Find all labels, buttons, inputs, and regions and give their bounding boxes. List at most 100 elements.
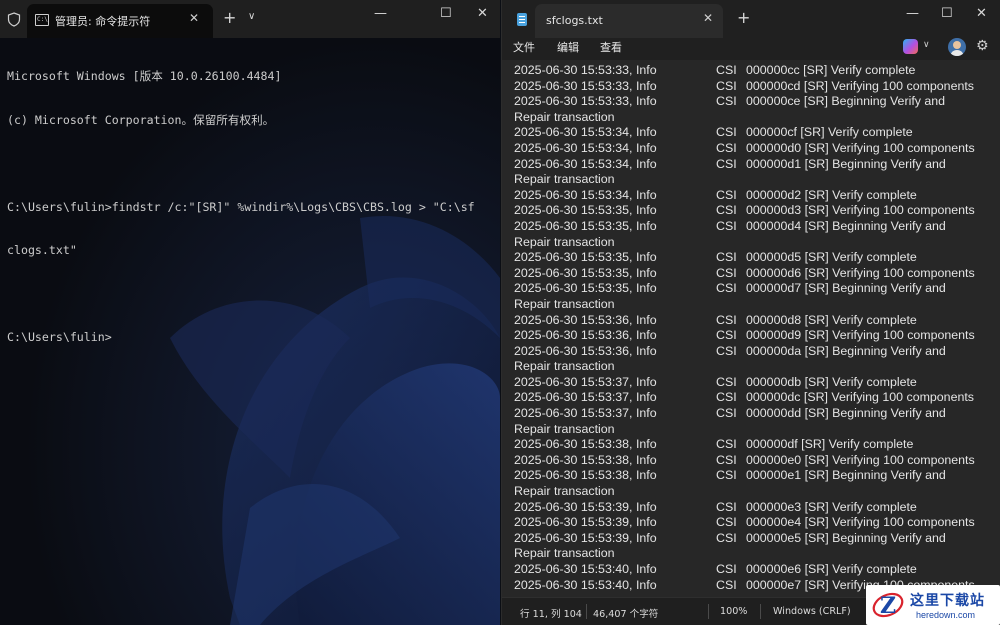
console-prompt: C:\Users\fulin> — [7, 330, 112, 344]
log-message: 000000cd [SR] Verifying 100 components — [746, 78, 974, 93]
console-line: C:\Users\fulin>findstr /c:"[SR]" %windir… — [7, 199, 475, 214]
new-tab-button[interactable]: + — [223, 8, 236, 27]
log-timestamp: 2025-06-30 15:53:40, Info — [514, 577, 657, 592]
maximize-button[interactable]: ☐ — [941, 6, 953, 21]
avatar[interactable] — [948, 38, 966, 56]
log-source: CSI — [716, 562, 737, 576]
log-line: 2025-06-30 15:53:40, Info CSI 000000e6 [SR… — [514, 562, 994, 578]
close-tab-icon[interactable]: ✕ — [703, 11, 713, 25]
log-source: CSI — [716, 499, 737, 514]
maximize-button[interactable]: ☐ — [440, 6, 452, 21]
close-window-button[interactable]: ✕ — [477, 6, 488, 21]
log-timestamp: 2025-06-30 15:53:37, Info — [514, 390, 657, 405]
log-message: 000000d4 [SR] Beginning Verify and — [746, 218, 946, 233]
character-count: 46,407 个字符 — [593, 609, 659, 620]
notepad-tab-title: sfclogs.txt — [546, 14, 603, 27]
log-timestamp: 2025-06-30 15:53:33, Info — [514, 94, 657, 109]
log-message: 000000e4 [SR] Verifying 100 components — [746, 515, 975, 530]
gear-icon[interactable]: ⚙ — [976, 38, 989, 54]
log-source: CSI — [716, 374, 737, 389]
cursor-position: 行 11, 列 104 — [520, 609, 582, 620]
log-message: 000000d8 [SR] Verify complete — [746, 312, 917, 327]
log-source: CSI — [716, 468, 737, 483]
log-message: 000000e1 [SR] Beginning Verify and — [746, 468, 946, 483]
log-source: CSI — [716, 515, 737, 530]
menu-file[interactable]: 文件 — [513, 39, 535, 55]
terminal-window: C:\ 管理员: 命令提示符 ✕ + ∨ — ☐ ✕ Microsoft Win… — [0, 0, 500, 625]
terminal-tab[interactable]: C:\ 管理员: 命令提示符 ✕ — [27, 4, 213, 38]
log-timestamp: Repair transaction — [514, 234, 615, 249]
log-timestamp: Repair transaction — [514, 296, 615, 311]
log-source: CSI — [716, 94, 737, 109]
minimize-button[interactable]: — — [906, 6, 919, 21]
log-line: 2025-06-30 15:53:36, Info CSI 000000d8 [SR… — [514, 313, 994, 329]
text-editor[interactable]: 2025-06-30 15:53:33, Info CSI 000000cc [SR… — [502, 60, 1000, 597]
copilot-icon[interactable] — [903, 39, 918, 54]
log-message: 000000d7 [SR] Beginning Verify and — [746, 281, 946, 296]
log-timestamp: 2025-06-30 15:53:36, Info — [514, 343, 657, 358]
log-line: 2025-06-30 15:53:35, Info CSI 000000d7 [SR… — [514, 281, 994, 297]
log-line: Repair transaction — [514, 484, 994, 500]
log-line: Repair transaction — [514, 297, 994, 313]
log-line: Repair transaction — [514, 110, 994, 126]
log-message: 000000d6 [SR] Verifying 100 components — [746, 265, 975, 280]
site-watermark: Z 这里下载站 heredown.com — [866, 585, 1000, 625]
log-timestamp: 2025-06-30 15:53:36, Info — [514, 312, 657, 327]
log-message: 000000cc [SR] Verify complete — [746, 63, 916, 77]
command-prompt-icon: C:\ — [35, 14, 49, 26]
log-source: CSI — [716, 312, 737, 327]
log-timestamp: 2025-06-30 15:53:36, Info — [514, 328, 657, 343]
menu-edit[interactable]: 编辑 — [557, 39, 579, 55]
log-timestamp: 2025-06-30 15:53:40, Info — [514, 562, 657, 576]
watermark-url: heredown.com — [916, 610, 976, 620]
log-source: CSI — [716, 265, 737, 280]
log-line: 2025-06-30 15:53:35, Info CSI 000000d5 [SR… — [514, 250, 994, 266]
log-message: 000000d1 [SR] Beginning Verify and — [746, 156, 946, 171]
log-timestamp: 2025-06-30 15:53:38, Info — [514, 452, 657, 467]
menu-bar: 文件 编辑 查看 ∨ ⚙ — [502, 38, 1000, 60]
log-timestamp: 2025-06-30 15:53:34, Info — [514, 140, 657, 155]
log-timestamp: 2025-06-30 15:53:34, Info — [514, 156, 657, 171]
log-timestamp: Repair transaction — [514, 109, 615, 124]
log-source: CSI — [716, 63, 737, 77]
minimize-button[interactable]: — — [374, 6, 387, 21]
log-message: 000000d0 [SR] Verifying 100 components — [746, 140, 975, 155]
notepad-window: sfclogs.txt ✕ + — ☐ ✕ 文件 编辑 查看 ∨ ⚙ 2025-… — [501, 0, 1000, 625]
notepad-tab[interactable]: sfclogs.txt ✕ — [535, 4, 723, 38]
log-timestamp: Repair transaction — [514, 421, 615, 436]
log-timestamp: 2025-06-30 15:53:39, Info — [514, 515, 657, 530]
log-line: 2025-06-30 15:53:34, Info CSI 000000d0 [SR… — [514, 141, 994, 157]
log-line: Repair transaction — [514, 422, 994, 438]
notepad-titlebar: sfclogs.txt ✕ + — ☐ ✕ — [502, 0, 1000, 38]
log-source: CSI — [716, 452, 737, 467]
log-source: CSI — [716, 328, 737, 343]
log-message: 000000dd [SR] Beginning Verify and — [746, 406, 946, 421]
zoom-level[interactable]: 100% — [720, 606, 747, 617]
terminal-titlebar: C:\ 管理员: 命令提示符 ✕ + ∨ — ☐ ✕ — [0, 0, 500, 38]
log-timestamp: 2025-06-30 15:53:35, Info — [514, 218, 657, 233]
close-tab-icon[interactable]: ✕ — [189, 11, 199, 25]
log-line: 2025-06-30 15:53:37, Info CSI 000000db [SR… — [514, 375, 994, 391]
log-source: CSI — [716, 218, 737, 233]
new-tab-button[interactable]: + — [737, 8, 750, 27]
console-line: (c) Microsoft Corporation。保留所有权利。 — [7, 112, 275, 127]
log-line: 2025-06-30 15:53:34, Info CSI 000000d2 [SR… — [514, 188, 994, 204]
line-ending-encoding[interactable]: Windows (CRLF) — [773, 606, 851, 617]
chevron-down-icon[interactable]: ∨ — [248, 11, 255, 22]
close-window-button[interactable]: ✕ — [976, 6, 987, 21]
log-line: 2025-06-30 15:53:36, Info CSI 000000da [SR… — [514, 344, 994, 360]
console-line: Microsoft Windows [版本 10.0.26100.4484] — [7, 69, 282, 83]
log-line: 2025-06-30 15:53:39, Info CSI 000000e5 [SR… — [514, 531, 994, 547]
log-source: CSI — [716, 406, 737, 421]
chevron-down-icon[interactable]: ∨ — [923, 40, 930, 50]
log-source: CSI — [716, 530, 737, 545]
menu-view[interactable]: 查看 — [600, 39, 622, 55]
log-timestamp: 2025-06-30 15:53:39, Info — [514, 499, 657, 514]
log-source: CSI — [716, 343, 737, 358]
console-line: clogs.txt" — [7, 243, 77, 257]
log-message: 000000d5 [SR] Verify complete — [746, 250, 917, 265]
console-output[interactable]: Microsoft Windows [版本 10.0.26100.4484] (… — [7, 40, 493, 374]
log-line: 2025-06-30 15:53:38, Info CSI 000000e1 [SR… — [514, 468, 994, 484]
log-message: 000000e0 [SR] Verifying 100 components — [746, 452, 975, 467]
